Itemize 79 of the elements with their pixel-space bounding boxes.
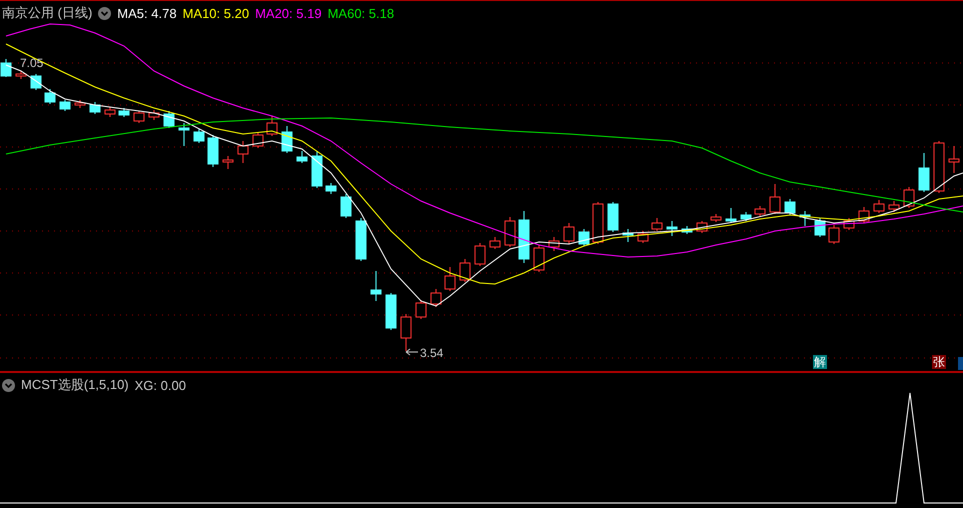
- moving-average-reading: MA20: 5.19: [255, 6, 322, 20]
- candlestick: [222, 156, 234, 170]
- candlestick: [874, 200, 884, 214]
- candlestick: [266, 116, 278, 136]
- candlestick: [858, 206, 870, 224]
- candlestick: [828, 224, 840, 244]
- candlestick: [312, 150, 322, 188]
- candlestick: [682, 226, 692, 234]
- candlestick: [296, 150, 308, 164]
- candlestick: [326, 182, 336, 194]
- candlestick: [800, 210, 810, 226]
- candlestick: [534, 244, 544, 272]
- candlestick: [340, 194, 352, 218]
- candlestick: [490, 236, 500, 250]
- candlestick: [666, 220, 678, 236]
- low-price-label: 3.54: [420, 346, 444, 360]
- candlestick: [148, 110, 160, 120]
- candlestick: [44, 88, 56, 104]
- candlestick: [178, 122, 190, 146]
- dropdown-chevron-icon[interactable]: [98, 6, 112, 20]
- candlestick: [208, 134, 218, 168]
- candlestick: [696, 220, 708, 234]
- arrow-icon: [406, 348, 418, 356]
- candlestick: [740, 212, 752, 222]
- candlestick: [754, 206, 766, 216]
- candlestick: [726, 208, 736, 224]
- candlestick: [16, 70, 26, 80]
- candlestick: [416, 300, 426, 320]
- candlestick: [90, 102, 100, 114]
- candlestick: [918, 152, 930, 192]
- candlestick: [784, 198, 796, 216]
- candlestick: [238, 140, 248, 164]
- candlestick: [504, 216, 516, 248]
- candlestick: [444, 266, 456, 292]
- indicator-title: MCST选股(1,5,10): [21, 376, 129, 394]
- moving-average-reading: MA10: 5.20: [182, 6, 250, 20]
- candlestick: [548, 236, 560, 252]
- candlestick: [0, 58, 12, 78]
- candlestick: [638, 230, 648, 244]
- candlestick: [134, 110, 144, 124]
- signal-marker: [958, 357, 963, 370]
- candlestick: [104, 106, 116, 118]
- candlestick: [474, 242, 486, 266]
- candlestick: [118, 108, 130, 118]
- signal-badge: 解: [813, 355, 827, 369]
- candlestick: [652, 218, 662, 232]
- candlestick: [460, 258, 470, 282]
- candlestick: [592, 202, 604, 244]
- candlestick: [934, 140, 944, 194]
- moving-average-reading: MA60: 5.18: [328, 6, 394, 20]
- candlestick: [282, 126, 292, 154]
- candlestick: [252, 132, 264, 148]
- candlestick: [564, 222, 574, 244]
- candlestick: [430, 288, 442, 308]
- high-price-label: 7.05: [20, 56, 44, 70]
- chart-title: 南京公用 (日线): [2, 4, 92, 22]
- candlestick: [814, 218, 826, 238]
- candlestick: [356, 218, 366, 262]
- candlestick: [194, 128, 204, 144]
- dropdown-chevron-icon[interactable]: [2, 378, 15, 392]
- candlestick: [370, 270, 382, 302]
- candlestick: [578, 228, 590, 246]
- candlestick: [400, 314, 412, 352]
- candlestick: [60, 100, 70, 112]
- indicator-reading: XG: 0.00: [134, 378, 186, 392]
- candlestick: [948, 146, 960, 174]
- candlestick: [518, 210, 530, 264]
- candlestick: [844, 218, 854, 230]
- candlestick: [608, 202, 618, 232]
- candlestick: [622, 228, 634, 242]
- candlestick: [888, 200, 900, 212]
- candlestick: [30, 74, 42, 90]
- candlestick: [904, 186, 914, 208]
- candlestick: [386, 292, 396, 330]
- moving-average-reading: MA5: 4.78: [117, 6, 177, 20]
- candlestick: [74, 100, 86, 108]
- candlestick: [770, 184, 780, 214]
- candlestick: [164, 110, 174, 128]
- signal-badge: 张: [932, 355, 946, 369]
